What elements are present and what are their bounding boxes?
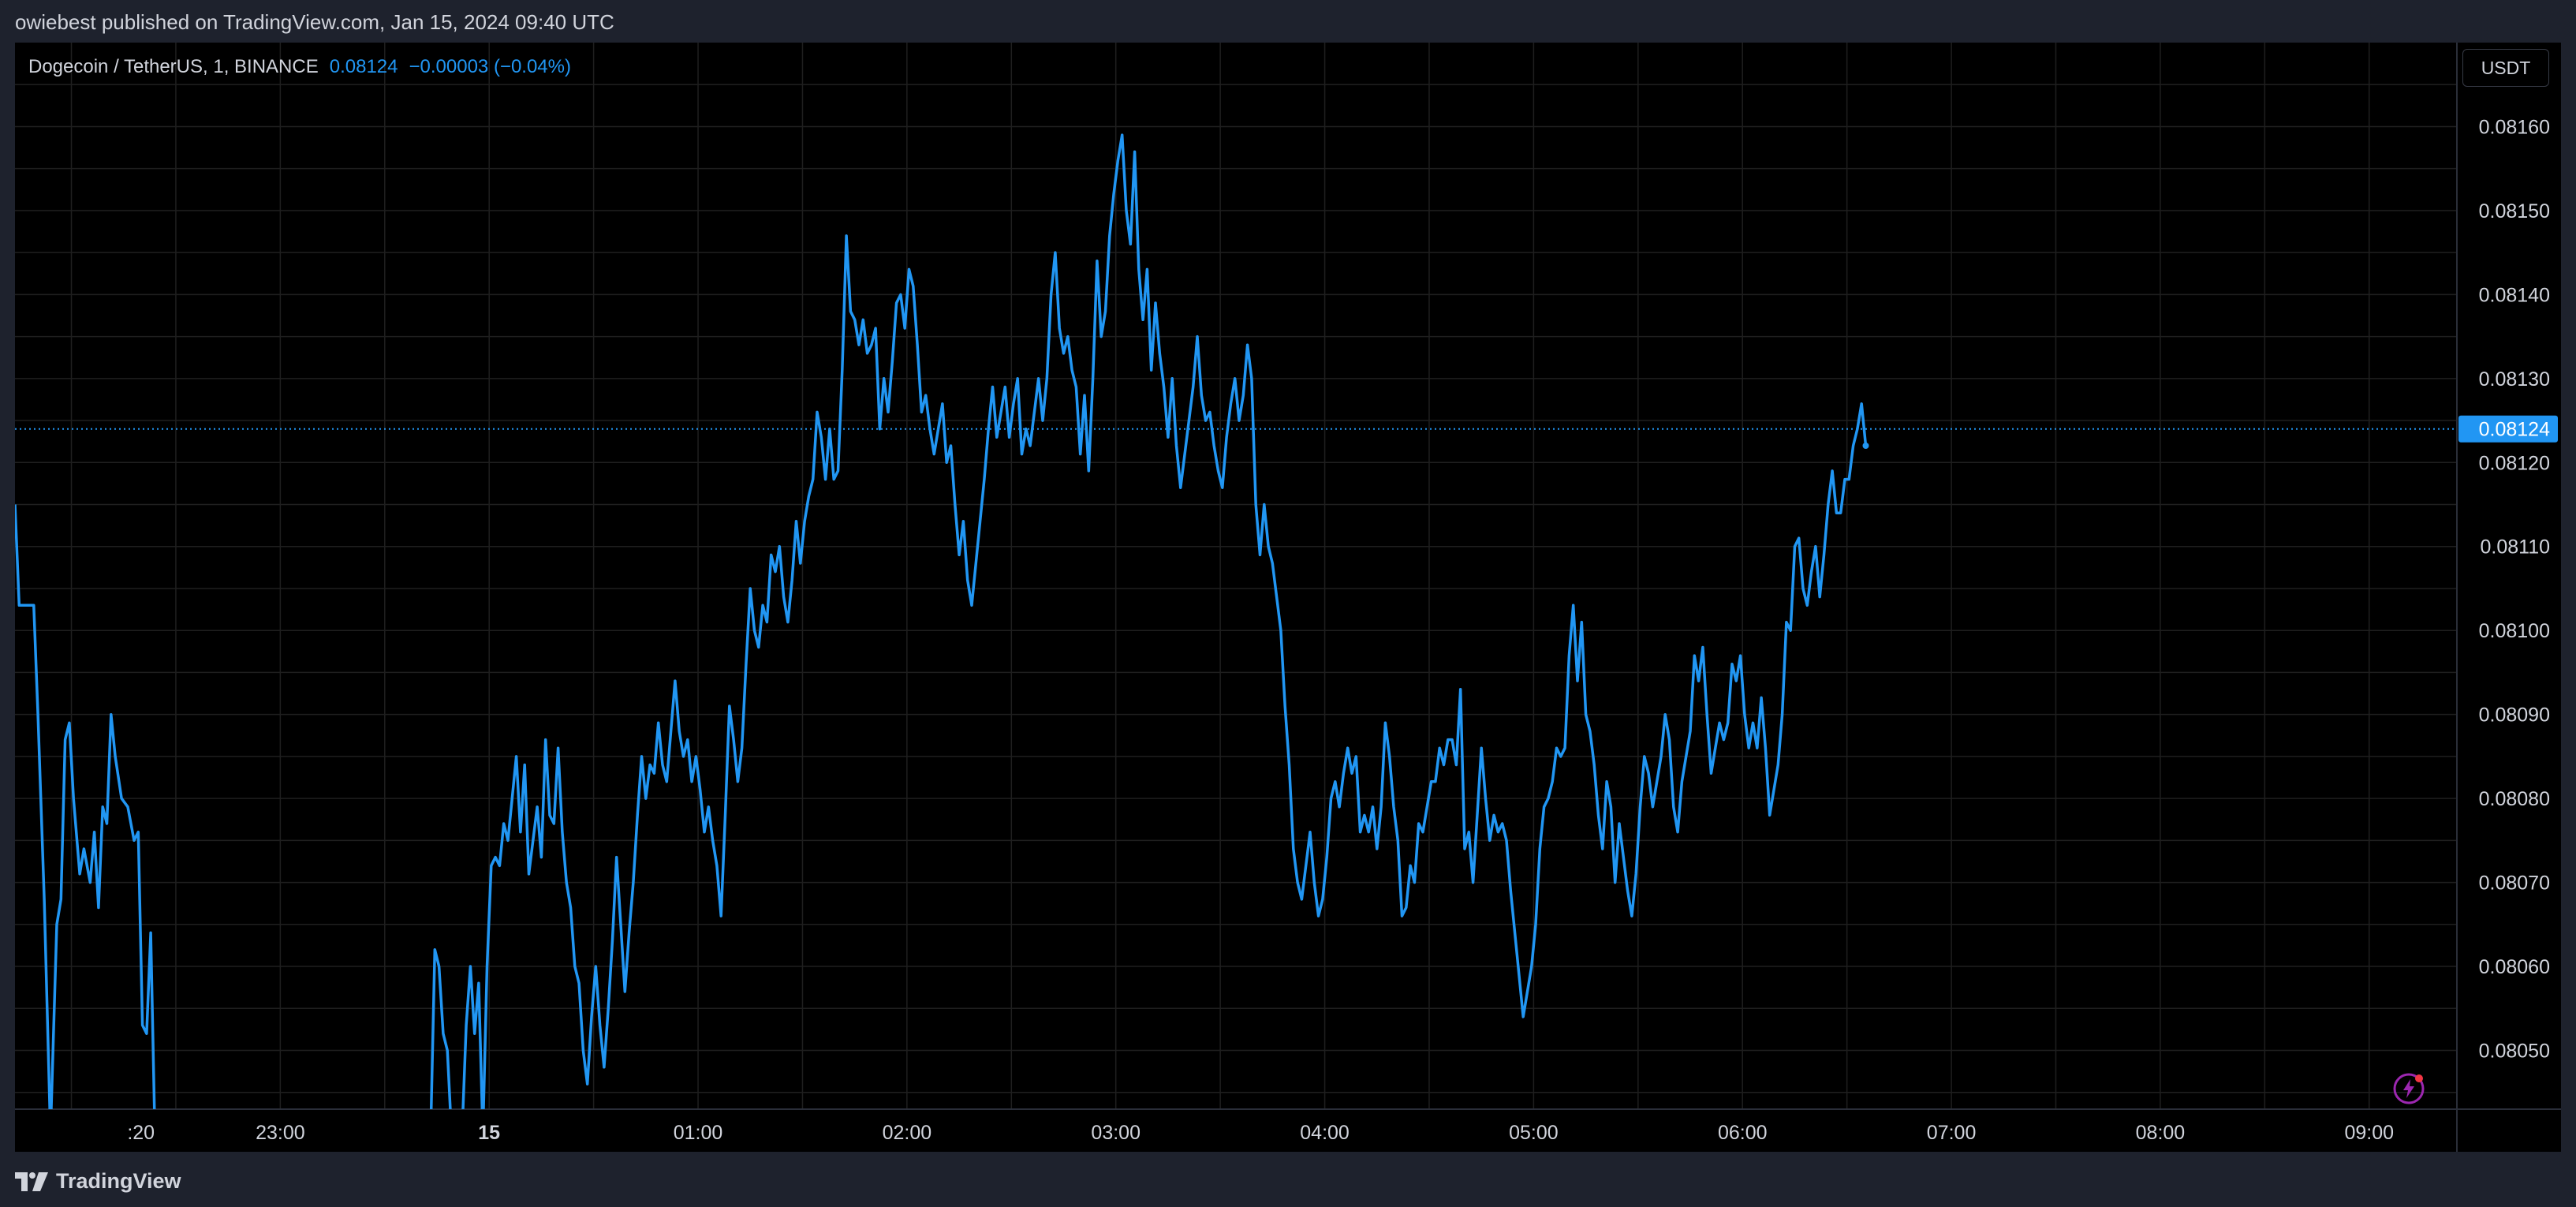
x-tick-label: :20 [127,1122,155,1144]
y-tick-label: 0.08140 [2479,284,2550,306]
y-tick-label: 0.08100 [2479,620,2550,642]
x-tick-label: 09:00 [2344,1122,2394,1144]
price-chart[interactable]: 0.08160 0.08150 0.08140 0.08130 0.08120 0.081… [15,43,2561,1152]
x-tick-label: 01:00 [674,1122,723,1144]
y-tick-label: 0.08050 [2479,1040,2550,1062]
y-tick-label: 0.08090 [2479,704,2550,727]
y-tick-label: 0.08110 [2480,536,2550,559]
brand-text: TradingView [56,1169,181,1193]
currency-button[interactable]: USDT [2462,49,2549,87]
symbol-legend: Dogecoin / TetherUS, 1, BINANCE 0.08124 … [28,56,571,78]
price-series-line [15,133,1868,1109]
svg-text:0.08124: 0.08124 [2479,419,2550,441]
last-price-value: 0.08124 [329,56,398,77]
x-tick-label: 07:00 [1927,1122,1977,1144]
x-tick-label: 02:00 [883,1122,932,1144]
tradingview-logo[interactable]: TradingView [15,1169,181,1194]
tradingview-logo-icon [15,1172,48,1191]
last-point-marker [1862,442,1869,449]
x-tick-label: 08:00 [2136,1122,2186,1144]
y-tick-label: 0.08160 [2479,116,2550,138]
y-tick-label: 0.08080 [2479,788,2550,810]
footer: TradingView [0,1152,2576,1207]
publication-text: owiebest published on TradingView.com, J… [15,10,614,34]
y-tick-label: 0.08130 [2479,368,2550,390]
last-price-label: 0.08124 [2458,415,2558,443]
publication-bar: owiebest published on TradingView.com, J… [0,0,2576,43]
x-tick-label: 15 [478,1122,500,1144]
symbol-name[interactable]: Dogecoin / TetherUS, 1, BINANCE [28,56,319,78]
x-tick-label: 06:00 [1718,1122,1768,1144]
x-tick-label: 04:00 [1300,1122,1350,1144]
y-tick-label: 0.08060 [2479,956,2550,978]
price-change-value: −0.00003 (−0.04%) [409,56,572,77]
grid [15,43,2457,1109]
lightning-bolt-icon[interactable] [2391,1071,2426,1106]
y-tick-label: 0.08120 [2479,452,2550,474]
tradingview-frame: owiebest published on TradingView.com, J… [0,0,2576,1207]
x-tick-label: 03:00 [1091,1122,1141,1144]
x-tick-label: 23:00 [256,1122,305,1144]
chart-panel[interactable]: 0.08160 0.08150 0.08140 0.08130 0.08120 0.081… [15,43,2561,1152]
x-tick-label: 05:00 [1509,1122,1559,1144]
y-tick-label: 0.08150 [2479,200,2550,222]
y-tick-label: 0.08070 [2479,873,2550,895]
